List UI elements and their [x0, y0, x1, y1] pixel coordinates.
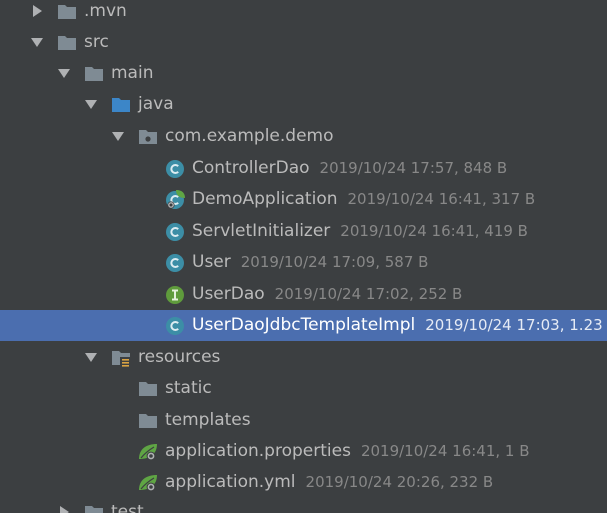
file-meta: 2019/10/24 17:02, 252 B	[274, 285, 463, 303]
folder-icon	[85, 506, 103, 513]
file-meta: 2019/10/24 16:41, 1 B	[360, 442, 530, 460]
tree-item-label: resources	[138, 347, 221, 367]
tree-item-static[interactable]: static	[0, 373, 607, 404]
tree-item-java[interactable]: java	[0, 89, 607, 120]
tree-item-label: UserDao	[192, 284, 265, 304]
tree-item-label: templates	[165, 410, 251, 430]
class-icon	[166, 317, 184, 335]
file-meta: 2019/10/24 16:41, 419 B	[340, 222, 528, 240]
tree-item-label: static	[165, 378, 212, 398]
folder-icon	[58, 5, 76, 19]
file-meta: 2019/10/24 20:26, 232 B	[305, 473, 494, 491]
tree-item-label: main	[111, 63, 154, 83]
spring-config-icon	[139, 444, 157, 461]
folder-icon	[58, 36, 76, 50]
class-icon	[166, 223, 184, 241]
tree-item-label: DemoApplication	[192, 189, 338, 209]
tree-item-user-dao-jdbc-template-impl[interactable]: UserDaoJdbcTemplateImpl 2019/10/24 17:03,…	[0, 310, 607, 341]
tree-item-templates[interactable]: templates	[0, 405, 607, 436]
tree-item-label: application.yml	[165, 472, 296, 492]
file-meta: 2019/10/24 17:57, 848 B	[319, 159, 508, 177]
folder-icon	[139, 414, 157, 428]
tree-item-mvn[interactable]: .mvn	[0, 0, 607, 27]
tree-item-demo-application[interactable]: DemoApplication 2019/10/24 16:41, 317 B	[0, 184, 607, 215]
class-icon	[166, 160, 184, 178]
tree-item-label: ControllerDao	[192, 158, 310, 178]
chevron-down-icon[interactable]	[30, 35, 44, 49]
chevron-down-icon[interactable]	[111, 129, 125, 143]
chevron-right-icon[interactable]	[30, 4, 44, 18]
package-icon	[139, 130, 157, 144]
folder-icon	[139, 382, 157, 396]
tree-item-user-dao[interactable]: UserDao 2019/10/24 17:02, 252 B	[0, 279, 607, 310]
file-meta: 2019/10/24 16:41, 317 B	[347, 190, 536, 208]
tree-item-user[interactable]: User 2019/10/24 17:09, 587 B	[0, 247, 607, 278]
tree-item-application-yml[interactable]: application.yml 2019/10/24 20:26, 232 B	[0, 467, 607, 498]
tree-item-package[interactable]: com.example.demo	[0, 121, 607, 152]
folder-icon	[85, 67, 103, 81]
chevron-down-icon[interactable]	[84, 97, 98, 111]
tree-item-test[interactable]: test	[0, 497, 607, 513]
class-icon	[166, 254, 184, 272]
tree-item-label: application.properties	[165, 441, 351, 461]
tree-item-application-properties[interactable]: application.properties 2019/10/24 16:41, …	[0, 436, 607, 467]
chevron-down-icon[interactable]	[57, 66, 71, 80]
tree-item-servlet-initializer[interactable]: ServletInitializer 2019/10/24 16:41, 419 …	[0, 216, 607, 247]
tree-item-label: test	[111, 502, 144, 513]
tree-item-label: ServletInitializer	[192, 221, 331, 241]
file-meta: 2019/10/24 17:09, 587 B	[240, 253, 429, 271]
tree-item-label: UserDaoJdbcTemplateImpl	[192, 315, 416, 335]
tree-item-label: com.example.demo	[165, 126, 334, 146]
tree-item-src[interactable]: src	[0, 27, 607, 58]
project-tree: .mvn src main java com.example.demo Cont…	[0, 0, 607, 513]
resources-folder-icon	[112, 351, 130, 367]
chevron-down-icon[interactable]	[84, 350, 98, 364]
tree-item-main[interactable]: main	[0, 58, 607, 89]
spring-config-icon	[139, 475, 157, 492]
file-meta: 2019/10/24 17:03, 1.23	[425, 316, 603, 334]
tree-item-label: java	[138, 94, 174, 114]
tree-item-controller-dao[interactable]: ControllerDao 2019/10/24 17:57, 848 B	[0, 153, 607, 184]
spring-boot-class-icon	[166, 190, 185, 209]
tree-item-label: .mvn	[84, 1, 127, 21]
tree-item-resources[interactable]: resources	[0, 342, 607, 373]
tree-item-label: User	[192, 252, 231, 272]
chevron-right-icon[interactable]	[57, 505, 71, 513]
tree-item-label: src	[84, 32, 109, 52]
interface-icon	[166, 286, 184, 304]
source-folder-icon	[112, 98, 130, 112]
